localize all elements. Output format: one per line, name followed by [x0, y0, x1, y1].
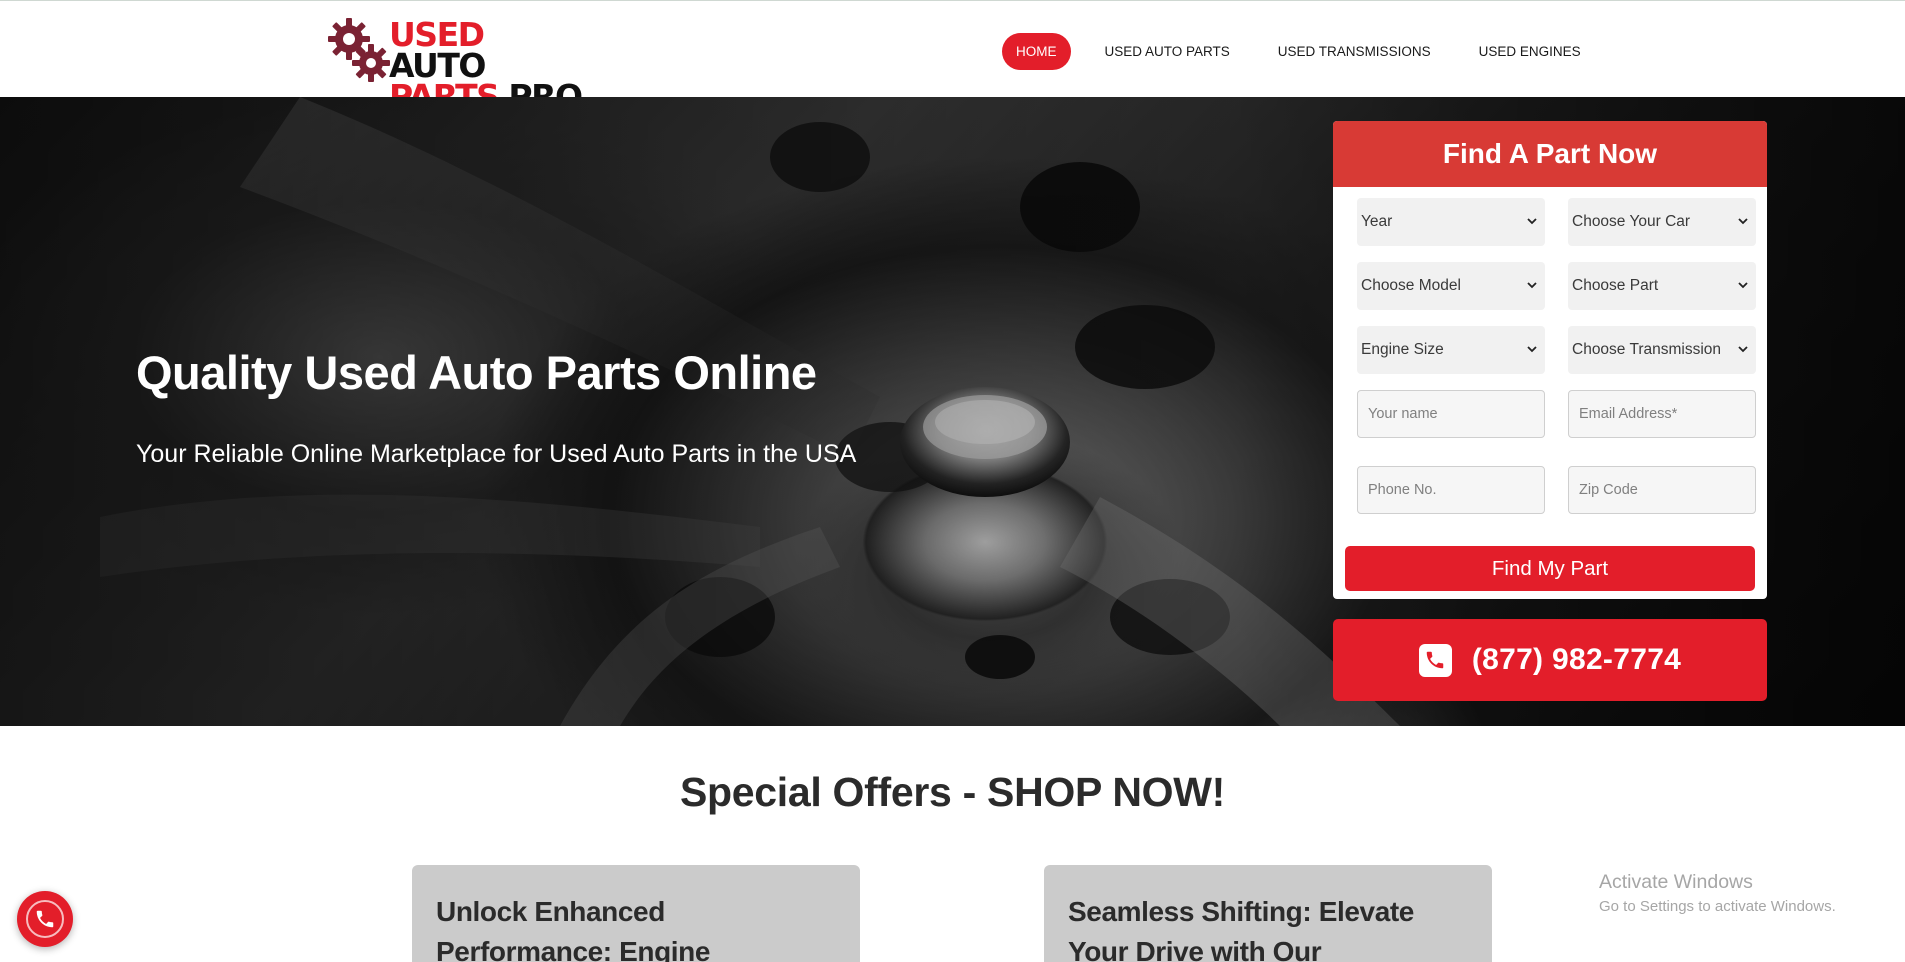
find-part-form: Find A Part Now Year Choose Your Car Cho…	[1333, 121, 1767, 599]
gear-logo-icon	[328, 18, 390, 82]
offer-card-engine[interactable]: Unlock Enhanced Performance: Engine	[412, 865, 860, 962]
name-input-placeholder: Your name	[1368, 406, 1438, 422]
watermark-line-2: Go to Settings to activate Windows.	[1599, 898, 1836, 915]
phone-cta-button[interactable]: (877) 982-7774	[1333, 619, 1767, 701]
part-select[interactable]: Choose Part	[1568, 262, 1756, 310]
site-header: USED AUTO PARTS PRO HOME USED AUTO PARTS…	[0, 0, 1905, 113]
name-input[interactable]: Your name	[1357, 390, 1545, 438]
phone-input-placeholder: Phone No.	[1368, 482, 1437, 498]
car-select[interactable]: Choose Your Car	[1568, 198, 1756, 246]
chevron-down-icon	[1527, 346, 1537, 353]
engine-size-select[interactable]: Engine Size	[1357, 326, 1545, 374]
form-heading: Find A Part Now	[1333, 121, 1767, 187]
special-offers-heading: Special Offers - SHOP NOW!	[679, 769, 1226, 815]
car-select-value: Choose Your Car	[1572, 213, 1691, 230]
transmission-select[interactable]: Choose Transmission	[1568, 326, 1756, 374]
part-select-value: Choose Part	[1572, 277, 1659, 294]
nav-item-used-auto-parts[interactable]: USED AUTO PARTS	[1091, 33, 1244, 70]
main-nav: HOME USED AUTO PARTS USED TRANSMISSIONS …	[1002, 33, 1615, 70]
nav-item-used-transmissions[interactable]: USED TRANSMISSIONS	[1264, 33, 1445, 70]
zip-input-placeholder: Zip Code	[1579, 482, 1638, 498]
offer-card-title: Seamless Shifting: Elevate Your Drive wi…	[1068, 896, 1414, 962]
zip-input[interactable]: Zip Code	[1568, 466, 1756, 514]
phone-number: (877) 982-7774	[1471, 643, 1682, 676]
nav-item-home[interactable]: HOME	[1002, 33, 1071, 70]
phone-input[interactable]: Phone No.	[1357, 466, 1545, 514]
site-logo[interactable]: USED AUTO PARTS PRO	[327, 17, 587, 113]
find-my-part-button[interactable]: Find My Part	[1345, 546, 1755, 591]
offer-card-title: Unlock Enhanced Performance: Engine	[436, 896, 711, 962]
transmission-select-value: Choose Transmission	[1572, 341, 1722, 358]
phone-ring-icon	[26, 900, 64, 938]
email-input-placeholder: Email Address*	[1579, 406, 1678, 422]
watermark-line-1: Activate Windows	[1599, 871, 1753, 893]
chevron-down-icon	[1738, 218, 1748, 225]
chevron-down-icon	[1738, 282, 1748, 289]
phone-icon	[1418, 643, 1452, 677]
hero-subtitle: Your Reliable Online Marketplace for Use…	[136, 440, 857, 468]
chevron-down-icon	[1527, 218, 1537, 225]
nav-item-used-engines[interactable]: USED ENGINES	[1465, 33, 1595, 70]
chevron-down-icon	[1738, 346, 1748, 353]
windows-activation-watermark: Activate Windows Go to Settings to activ…	[1599, 871, 1836, 915]
floating-call-button[interactable]	[17, 891, 73, 947]
offer-card-transmission[interactable]: Seamless Shifting: Elevate Your Drive wi…	[1044, 865, 1492, 962]
model-select-value: Choose Model	[1361, 277, 1461, 294]
model-select[interactable]: Choose Model	[1357, 262, 1545, 310]
chevron-down-icon	[1527, 282, 1537, 289]
year-select[interactable]: Year	[1357, 198, 1545, 246]
engine-size-select-value: Engine Size	[1361, 341, 1444, 358]
hero-title: Quality Used Auto Parts Online	[136, 346, 817, 399]
email-input[interactable]: Email Address*	[1568, 390, 1756, 438]
year-select-value: Year	[1361, 213, 1393, 230]
